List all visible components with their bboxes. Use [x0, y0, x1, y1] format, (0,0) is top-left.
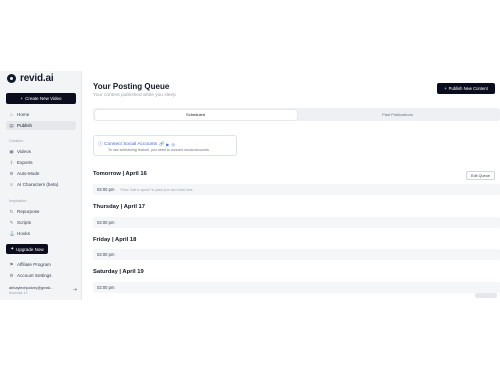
publish-new-content-label: Publish New Content	[448, 86, 488, 91]
sidebar-item-auto-mode[interactable]: ⚙ Auto-Mode	[6, 169, 76, 178]
scroll-indicator[interactable]	[475, 293, 497, 298]
connect-social-accounts-card[interactable]: ⓘ Connect Social Accounts 🔗 ▶ ◎ To use s…	[93, 135, 237, 156]
plus-icon: +	[20, 96, 24, 101]
queue-slot[interactable]: 02:00 pm Press "Add to queue" to place y…	[93, 184, 500, 195]
app-window: revid.ai + Create New Video ⌂ Home ▤ Pub…	[0, 71, 500, 300]
sidebar-item-repurpose[interactable]: ↻ Repurpose	[6, 207, 76, 216]
page-subtitle: Your content published while you sleep	[93, 93, 176, 98]
sidebar-item-label: Affiliate Program	[17, 262, 51, 267]
day-heading: Tomorrow | April 16	[93, 171, 147, 177]
exports-icon: ⇪	[9, 159, 14, 165]
sidebar-item-label: Publish	[17, 123, 33, 128]
sidebar-item-label: Scripts	[17, 220, 32, 225]
sidebar-item-label: Account Settings	[17, 273, 52, 278]
videos-icon: ▣	[9, 148, 14, 154]
sidebar-item-label: Repurpose	[17, 209, 40, 214]
tab-past-publications[interactable]: Past Publications	[297, 110, 499, 120]
brand-logo[interactable]: revid.ai	[7, 73, 54, 84]
edit-queue-button[interactable]: Edit Queue	[466, 171, 495, 180]
slot-time: 02:00 pm	[97, 285, 115, 290]
link-icon: 🔗	[159, 141, 165, 146]
slot-time: 02:00 pm	[97, 252, 115, 257]
queue-tabs: Scheduled Past Publications	[93, 108, 500, 121]
sidebar-item-label: Exports	[17, 160, 33, 165]
sidebar-item-label: Auto-Mode	[17, 171, 40, 176]
page-title: Your Posting Queue	[93, 82, 170, 91]
account-email: abhaytechjockey@gmail...	[9, 286, 54, 290]
upgrade-now-label: Upgrade Now	[16, 246, 44, 252]
info-icon: ⓘ	[98, 141, 103, 146]
account-switcher[interactable]: abhaytechjockey@gmail... Accounts: 10 ⇥	[9, 286, 77, 295]
settings-icon: ⚙	[9, 272, 14, 278]
plus-icon: +	[444, 86, 447, 91]
day-heading: Saturday | April 19	[93, 269, 144, 275]
switch-account-icon: ⇥	[72, 287, 77, 293]
tab-scheduled[interactable]: Scheduled	[94, 109, 297, 120]
ai-characters-icon: ☺	[9, 182, 14, 187]
section-label-creation: Creation	[9, 139, 24, 143]
repurpose-icon: ↻	[9, 208, 14, 214]
brand-name: revid.ai	[20, 73, 54, 84]
sidebar-item-publish[interactable]: ▤ Publish	[6, 121, 76, 130]
instagram-icon: ◎	[171, 141, 176, 147]
sidebar-item-label: Videos	[17, 149, 31, 154]
auto-mode-icon: ⚙	[9, 170, 14, 176]
scripts-icon: ✎	[9, 219, 14, 225]
publish-new-content-button[interactable]: + Publish New Content	[437, 83, 495, 94]
create-new-video-button[interactable]: + Create New Video	[6, 93, 76, 104]
connect-description: To use scheduling feature, you need to c…	[108, 148, 209, 152]
queue-slot[interactable]: 02:00 pm	[93, 217, 500, 228]
sidebar-item-account-settings[interactable]: ⚙ Account Settings	[6, 271, 76, 280]
slot-time: 02:00 pm	[97, 187, 115, 192]
sidebar-item-affiliate-program[interactable]: ⚑ Affiliate Program	[6, 260, 76, 269]
hooks-icon: ⚓	[9, 230, 15, 236]
account-count: Accounts: 10	[9, 291, 28, 295]
youtube-icon: ▶	[166, 141, 170, 147]
sidebar-item-exports[interactable]: ⇪ Exports	[6, 158, 76, 167]
slot-time: 02:00 pm	[97, 220, 115, 225]
sidebar-item-videos[interactable]: ▣ Videos	[6, 147, 76, 156]
main-content: Your Posting Queue Your content publishe…	[83, 71, 500, 300]
slot-note: Press "Add to queue" to place your next …	[120, 187, 193, 192]
section-label-inspiration: Inspiration	[9, 199, 27, 203]
queue-slot[interactable]: 02:00 pm	[93, 249, 500, 260]
connect-title-text: Connect Social Accounts	[104, 141, 158, 147]
sidebar-item-label: Hooks	[17, 231, 31, 236]
upgrade-now-button[interactable]: ✦ Upgrade Now	[6, 244, 48, 254]
logo-icon	[7, 74, 16, 83]
home-icon: ⌂	[10, 112, 13, 117]
sidebar-item-label: AI Characters (beta)	[17, 182, 59, 187]
sparkle-icon: ✦	[10, 246, 15, 251]
publish-icon: ▤	[9, 122, 14, 128]
sidebar-item-scripts[interactable]: ✎ Scripts	[6, 218, 76, 227]
sidebar-item-home[interactable]: ⌂ Home	[6, 110, 76, 119]
create-new-video-label: Create New Video	[25, 96, 62, 101]
sidebar: revid.ai + Create New Video ⌂ Home ▤ Pub…	[0, 71, 82, 300]
connect-social-accounts-link[interactable]: Connect Social Accounts 🔗 ▶ ◎	[104, 141, 175, 147]
day-heading: Thursday | April 17	[93, 204, 145, 210]
day-heading: Friday | April 18	[93, 237, 137, 243]
queue-slot[interactable]: 02:00 pm	[93, 282, 500, 293]
sidebar-item-ai-characters[interactable]: ☺ AI Characters (beta)	[6, 180, 76, 189]
sidebar-item-hooks[interactable]: ⚓ Hooks	[6, 229, 76, 238]
sidebar-item-label: Home	[17, 112, 30, 117]
affiliate-icon: ⚑	[9, 261, 14, 267]
